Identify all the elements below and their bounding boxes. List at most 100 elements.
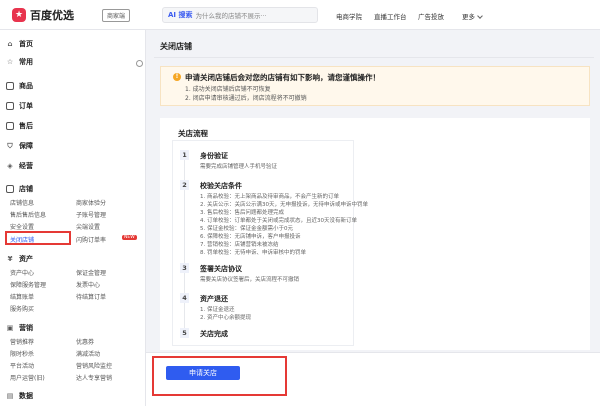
ai-search-icon: AI 搜索: [168, 11, 193, 19]
sub-discount-activity[interactable]: 满减活动: [76, 349, 100, 358]
operation-icon: ◈: [7, 162, 13, 170]
collapse-icon[interactable]: [136, 60, 143, 67]
divider: [154, 57, 594, 58]
nav-more-label: 更多: [462, 13, 475, 21]
step-title: 签署关店协议: [200, 265, 242, 273]
sidebar-item-assets[interactable]: ¥ 资产: [6, 253, 33, 265]
step-text: 4. 订单校验：订单都处于关闭或完成状态，且近30天没有新订单: [200, 218, 357, 224]
product-icon: [6, 82, 14, 90]
star-icon: ☆: [6, 58, 14, 66]
sub-advanced-settings[interactable]: 尖端设置: [76, 222, 100, 231]
main-content: 关闭店铺 ! 申请关闭店铺后会对您的店铺有如下影响，请您谨慎操作！ 1. 成功关…: [146, 30, 600, 406]
sidebar-item-marketing[interactable]: ▣ 营销: [6, 322, 33, 334]
warning-icon: !: [173, 73, 181, 81]
notice-line: 2. 闭店申请审核通过后，闭店流程将不可撤销: [185, 95, 307, 102]
nav-more[interactable]: 更多: [462, 11, 483, 21]
data-icon: ▤: [6, 392, 14, 400]
sub-pending-settlement[interactable]: 待结算订单: [76, 292, 106, 301]
step-title: 资产退还: [200, 295, 228, 303]
sidebar-item-store[interactable]: 店铺: [6, 183, 33, 195]
sub-marketing-risk[interactable]: 营销风险监控: [76, 361, 112, 370]
step-text: 2. 资产中心余额提现: [200, 315, 251, 321]
sub-user-operation[interactable]: 用户运营(旧): [10, 373, 45, 382]
new-badge: NEW: [122, 235, 137, 240]
apply-close-store-button[interactable]: 申请关店: [166, 366, 240, 380]
sidebar-item-data[interactable]: ▤ 数据: [6, 390, 33, 402]
sidebar-item-label: 保障: [19, 142, 33, 150]
sidebar-item-label: 经营: [19, 162, 33, 170]
step-text: 3. 售后校验：售后问题都处理完成: [200, 210, 284, 216]
asset-icon: ¥: [7, 255, 13, 263]
chevron-down-icon: [477, 13, 483, 19]
nav-ecommerce-academy[interactable]: 电商学院: [336, 11, 362, 21]
sub-after-sales-info[interactable]: 售后售后信息: [10, 210, 46, 219]
store-type-badge: 商家端: [102, 9, 131, 22]
search-placeholder: 为什么我的店铺不展示···: [195, 12, 267, 20]
sub-platform-activity[interactable]: 平台活动: [10, 361, 34, 370]
sub-close-store[interactable]: 关闭店铺: [10, 235, 34, 244]
sidebar-item-orders[interactable]: 订单: [6, 100, 33, 112]
sidebar-item-label: 商品: [19, 82, 33, 90]
sidebar-item-after-sales[interactable]: 售后: [6, 120, 33, 132]
after-sales-icon: [6, 122, 14, 130]
step-number: 3: [180, 263, 189, 273]
close-flow-card: 关店流程 1 身份验证 需要完成店铺管理人手机号验证 2 校验关店条件 1. 商…: [160, 118, 590, 350]
step-text: 1. 商品校验：无上架商品及待审商品，不会产生新的订单: [200, 194, 339, 200]
step-number: 2: [180, 180, 189, 190]
sub-store-info[interactable]: 店铺信息: [10, 198, 34, 207]
sub-marketing-recommend[interactable]: 营销推荐: [10, 337, 34, 346]
step-text: 7. 营销校验：店铺营销未被冻结: [200, 242, 279, 248]
step-text: 6. 保障校验：无店铺申诉，客户申报投诉: [200, 234, 301, 240]
sub-settlement-bill[interactable]: 结算账单: [10, 292, 34, 301]
sub-guarantee-service[interactable]: 保障服务管理: [10, 280, 46, 289]
sidebar-item-guarantee[interactable]: ⛉ 保障: [6, 140, 33, 152]
shield-icon: ⛉: [7, 141, 13, 150]
sidebar-item-label: 订单: [19, 102, 33, 110]
sub-merchant-score[interactable]: 商家体验分: [76, 198, 106, 207]
step-number: 4: [180, 293, 189, 303]
store-icon: [6, 185, 14, 193]
search-input[interactable]: AI 搜索 为什么我的店铺不展示···: [162, 7, 318, 23]
sub-influencer-marketing[interactable]: 达人专享营销: [76, 373, 112, 382]
step-number: 5: [180, 328, 189, 338]
home-icon: ⌂: [7, 40, 13, 48]
sub-security-settings[interactable]: 安全设置: [10, 222, 34, 231]
notice-title: 申请关闭店铺后会对您的店铺有如下影响，请您谨慎操作！: [185, 73, 380, 82]
order-icon: [6, 102, 14, 110]
sub-flash-sale[interactable]: 限时秒杀: [10, 349, 34, 358]
sub-service-purchase[interactable]: 服务购买: [10, 304, 34, 313]
nav-live-workbench[interactable]: 直播工作台: [374, 11, 407, 21]
step-text: 8. 罚单校验：无待申诉、申诉审核中的罚单: [200, 250, 306, 256]
step-number: 1: [180, 150, 189, 160]
marketing-icon: ▣: [6, 324, 14, 332]
brand-logo[interactable]: ★ 百度优选: [12, 7, 74, 23]
notice-line: 1. 成功关闭店铺后店铺不可恢复: [185, 86, 271, 93]
sidebar-item-products[interactable]: 商品: [6, 80, 33, 92]
sub-flash-order-rate[interactable]: 闪购订单率: [76, 235, 106, 244]
sub-coupon[interactable]: 优惠券: [76, 337, 94, 346]
warning-notice: ! 申请关闭店铺后会对您的店铺有如下影响，请您谨慎操作！ 1. 成功关闭店铺后店…: [160, 66, 590, 106]
sidebar-item-home[interactable]: ⌂ 首页: [6, 38, 33, 50]
sidebar-item-label: 店铺: [19, 185, 33, 193]
step-text: 需要关店协议签署后，关店流程不可撤销: [200, 277, 300, 283]
sub-subaccount-manage[interactable]: 子账号管理: [76, 210, 106, 219]
sidebar-item-label: 资产: [19, 255, 33, 263]
sidebar-item-label: 首页: [19, 40, 33, 48]
brand-mark-icon: ★: [12, 8, 26, 22]
step-text: 5. 保证金校验：保证金金额需小于0元: [200, 226, 293, 232]
flow-title: 关店流程: [178, 129, 208, 138]
page-title: 关闭店铺: [160, 42, 192, 51]
step-text: 2. 关店公示：关店公示满30天，无申报投诉，无待申诉或申诉中罚单: [200, 202, 368, 208]
sidebar-item-label: 售后: [19, 122, 33, 130]
sidebar-item-label: 数据: [19, 392, 33, 400]
sub-invoice-center[interactable]: 发票中心: [76, 280, 100, 289]
step-text: 需要完成店铺管理人手机号验证: [200, 164, 278, 170]
sub-asset-center[interactable]: 资产中心: [10, 268, 34, 277]
step-title: 校验关店条件: [200, 182, 242, 190]
sidebar-item-label: 营销: [19, 324, 33, 332]
sub-deposit-manage[interactable]: 保证金管理: [76, 268, 106, 277]
nav-ad-placement[interactable]: 广告投放: [418, 11, 444, 21]
sidebar-item-operation[interactable]: ◈ 经营: [6, 160, 33, 172]
sidebar-item-label: 常用: [19, 58, 33, 66]
sidebar-item-favorites[interactable]: ☆ 常用: [6, 56, 33, 68]
